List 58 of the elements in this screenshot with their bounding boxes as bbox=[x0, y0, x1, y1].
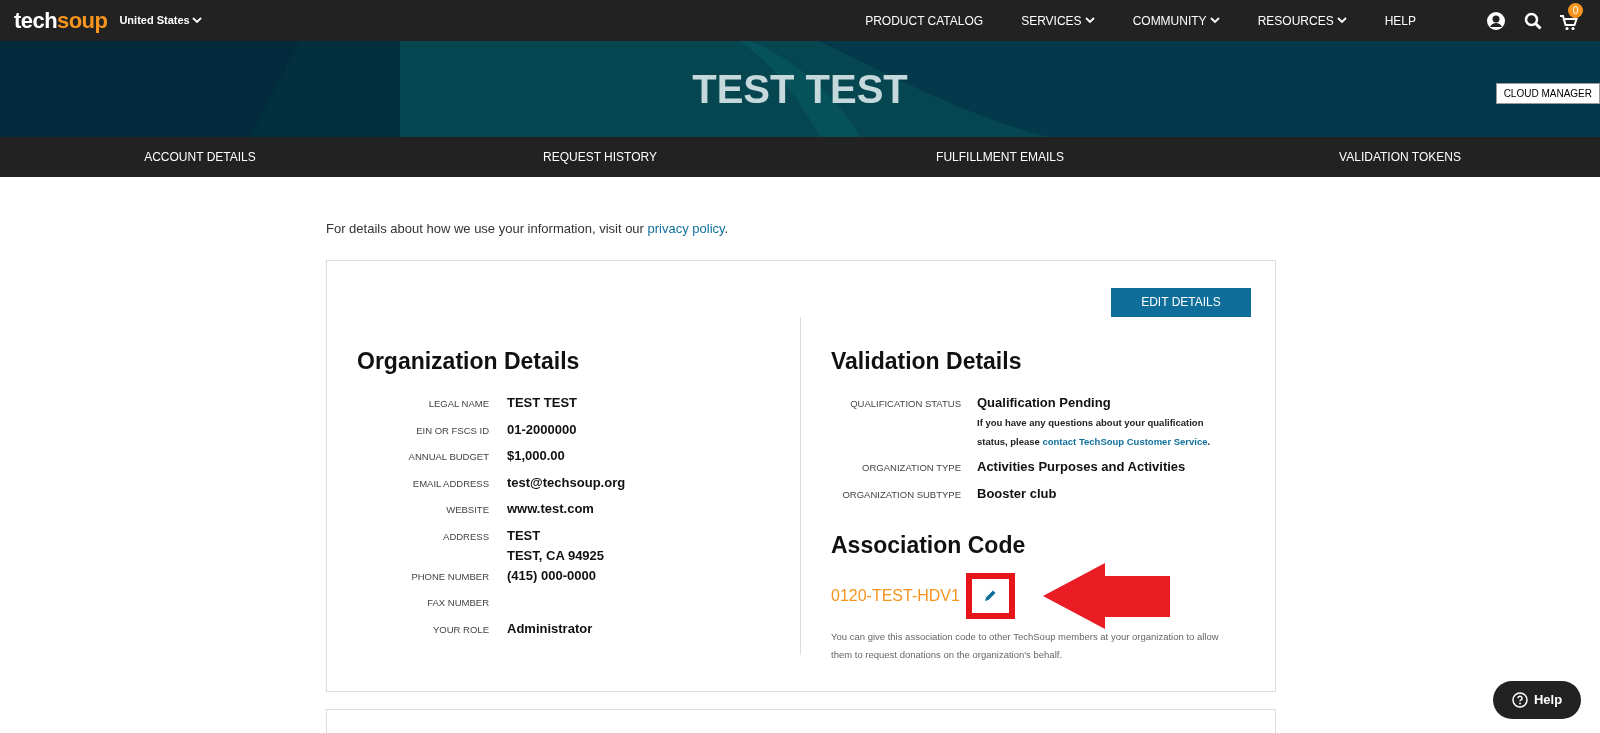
section-heading: Validation Details bbox=[831, 346, 1023, 376]
field-value: www.test.com bbox=[507, 500, 594, 518]
nav-link[interactable]: HELP bbox=[1384, 11, 1416, 30]
search-icon[interactable] bbox=[1524, 11, 1542, 30]
privacy-note: For details about how we use your information, visit our privacy policy. bbox=[326, 220, 730, 238]
help-button[interactable]: Help bbox=[1493, 681, 1581, 719]
field-value: test@techsoup.org bbox=[507, 473, 626, 492]
pencil-icon[interactable] bbox=[983, 588, 998, 603]
section-heading: Association Code bbox=[831, 531, 1027, 560]
status-note: If you have any questions about your qualification status, please contact TechSoup Customer Service. bbox=[977, 416, 1212, 449]
field-value: Booster club bbox=[977, 484, 1058, 503]
edit-details-button[interactable]: EDIT DETAILS bbox=[1111, 287, 1251, 317]
field-label: PHONE NUMBER bbox=[410, 569, 489, 584]
chevron-down-icon bbox=[1336, 17, 1347, 24]
techsoup-logo[interactable]: techsoup bbox=[14, 4, 108, 37]
field-value: Administrator bbox=[507, 619, 593, 638]
privacy-policy-link[interactable]: privacy policy bbox=[647, 221, 725, 236]
tab[interactable]: ACCOUNT DETAILS bbox=[0, 137, 400, 177]
cloud-manager-button[interactable]: CLOUD MANAGER bbox=[1495, 83, 1600, 104]
field-value: Activities Purposes and Activities bbox=[977, 458, 1187, 476]
field-value: 01-2000000 bbox=[507, 420, 577, 439]
field-value: TEST, CA 94925 bbox=[507, 546, 605, 565]
field-label: WEBSITE bbox=[445, 503, 489, 517]
section-heading: Organization Details bbox=[357, 346, 581, 376]
field-value: $1,000.00 bbox=[507, 447, 565, 465]
tab[interactable]: REQUEST HISTORY bbox=[400, 137, 800, 177]
help-icon bbox=[1511, 692, 1528, 708]
field-label: ADDRESS bbox=[442, 529, 489, 544]
region-selector[interactable]: United States bbox=[119, 12, 202, 29]
field-value: TEST TEST bbox=[507, 394, 578, 412]
page-title: TEST TEST bbox=[692, 66, 908, 113]
field-value: (415) 000-0000 bbox=[507, 566, 596, 585]
nav-link[interactable]: SERVICES bbox=[1021, 11, 1095, 30]
field-label: ORGANIZATION TYPE bbox=[861, 461, 961, 475]
tab[interactable]: FULFILLMENT EMAILS bbox=[800, 137, 1200, 177]
field-value: Qualification Pending bbox=[977, 394, 1112, 412]
association-code: 0120-TEST-HDV1 bbox=[831, 585, 960, 606]
nav-link[interactable]: COMMUNITY bbox=[1132, 11, 1220, 30]
chevron-down-icon bbox=[191, 17, 202, 24]
field-label: QUALIFICATION STATUS bbox=[849, 397, 961, 411]
field-label: ANNUAL BUDGET bbox=[407, 450, 489, 464]
field-label: ORGANIZATION SUBTYPE bbox=[841, 487, 961, 502]
user-icon[interactable] bbox=[1486, 10, 1506, 31]
customer-service-link[interactable]: contact TechSoup Customer Service bbox=[1042, 436, 1208, 447]
field-label: LEGAL NAME bbox=[427, 397, 489, 411]
cart-count-badge: 0 bbox=[1568, 2, 1583, 18]
field-label: YOUR ROLE bbox=[432, 622, 489, 637]
field-label: EIN OR FSCS ID bbox=[415, 423, 489, 438]
field-value: TEST bbox=[507, 526, 542, 545]
field-label: FAX NUMBER bbox=[426, 596, 489, 610]
cart-icon[interactable] bbox=[1560, 14, 1578, 31]
nav-link[interactable]: RESOURCES bbox=[1257, 11, 1347, 30]
nav-link[interactable]: PRODUCT CATALOG bbox=[865, 11, 984, 30]
field-label: EMAIL ADDRESS bbox=[411, 476, 489, 491]
chevron-down-icon bbox=[1209, 17, 1220, 24]
association-description: You can give this association code to other TechSoup members at your organization to allow them to request donations on the organization's behalf. bbox=[831, 629, 1220, 662]
tab[interactable]: VALIDATION TOKENS bbox=[1200, 137, 1600, 177]
chevron-down-icon bbox=[1084, 17, 1095, 24]
